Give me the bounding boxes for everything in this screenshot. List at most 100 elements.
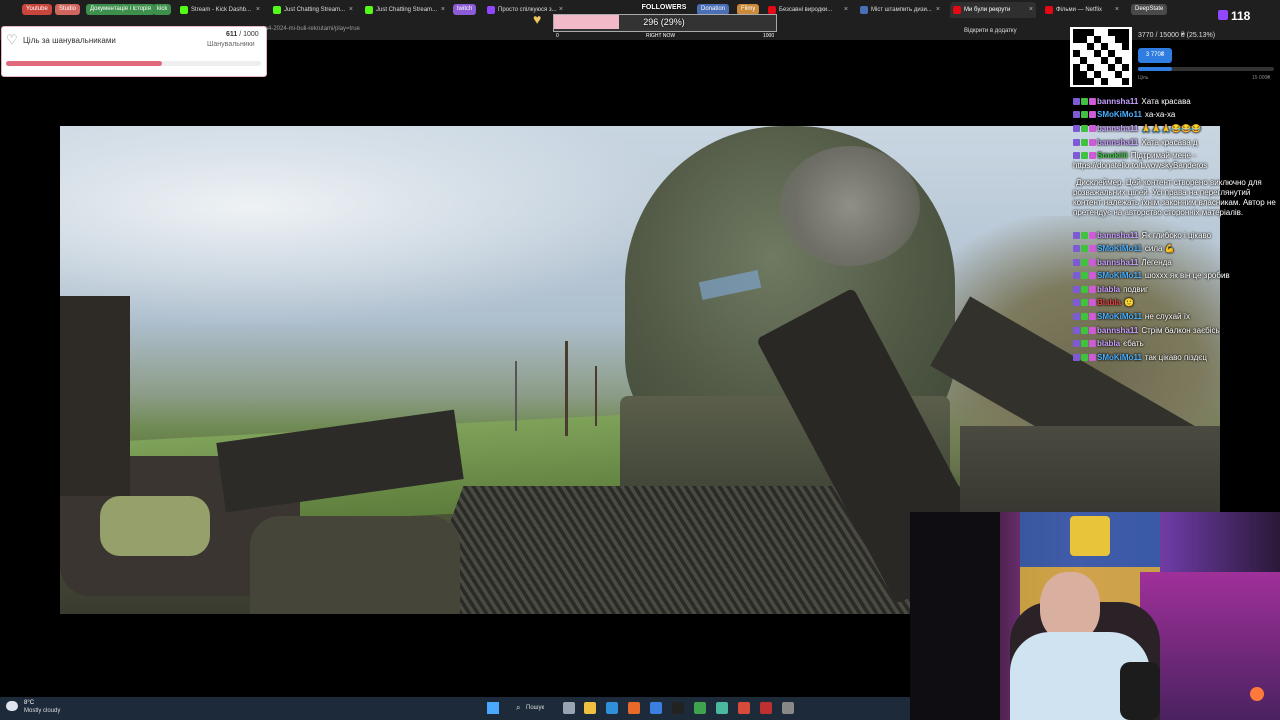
browser-tab-2[interactable]: Just Chatting Stream... × (362, 2, 448, 18)
browser-tab-7[interactable]: Ми були рекрути × (950, 2, 1036, 18)
address-bar-url[interactable]: ...ta4-2024-mi-buli-rekrutami/play=true (258, 26, 360, 32)
chat-username[interactable]: bannsha11 (1097, 231, 1138, 240)
bookmark-2[interactable]: Документація і історія (86, 4, 155, 15)
telegram-icon[interactable] (650, 702, 662, 714)
firefox-icon[interactable] (628, 702, 640, 714)
bookmark-3[interactable]: kick (153, 4, 172, 15)
chat-text: Дисклеймер. Цей контент створено виключн… (1073, 178, 1276, 217)
chat-badge-icon (1089, 125, 1096, 132)
chat-message: SMoKiMo11 ха-ха-ха (1073, 110, 1278, 120)
bookmark-4[interactable]: twitch (453, 4, 477, 15)
chat-username[interactable]: SMoKiMo11 (1097, 110, 1142, 119)
browser-tab-8[interactable]: Фільми — Netflix × (1042, 2, 1122, 18)
chat-badge-icon (1081, 299, 1088, 306)
qr-module (1073, 50, 1080, 57)
chat-text: єбать (1123, 339, 1144, 348)
chat-username[interactable]: bannsha11 (1097, 326, 1138, 335)
chat-badge-icon (1089, 259, 1096, 266)
chat-badge-icon (1081, 286, 1088, 293)
chat-username[interactable]: Blabla (1097, 298, 1121, 307)
tab-label: Just Chatting Stream... (376, 7, 438, 13)
chat-message: bannsha11 Хата красава д (1073, 138, 1278, 148)
browser-tab-1[interactable]: Just Chatting Stream... × (270, 2, 356, 18)
weather-description[interactable]: Mostly cloudy (24, 708, 60, 714)
tab-favicon-icon (365, 6, 373, 14)
chat-username[interactable]: bannsha11 (1097, 138, 1138, 147)
chat-badge-icon (1073, 272, 1080, 279)
browser-tab-0[interactable]: Stream - Kick Dashb... × (177, 2, 263, 18)
qr-module (1073, 29, 1080, 36)
heart-icon: ♥ (533, 11, 542, 27)
chat-badge-icon (1073, 313, 1080, 320)
weather-temperature[interactable]: 8°C (24, 700, 34, 706)
start-button[interactable] (487, 702, 499, 714)
terminal-icon[interactable] (672, 702, 684, 714)
open-in-app-button[interactable]: Відкрити в додатку (960, 25, 1021, 37)
chrome-icon[interactable] (738, 702, 750, 714)
chat-badge-icon (1073, 111, 1080, 118)
chat-badge-icon (1081, 313, 1088, 320)
chat-badge-icon (1073, 139, 1080, 146)
supporters-goal-unit: Шанувальники (207, 41, 255, 48)
qr-module (1094, 36, 1101, 43)
tab-favicon-icon (180, 6, 188, 14)
chat-username[interactable]: SMoKiMo11 (1097, 244, 1142, 253)
chat-badge-icon (1081, 259, 1088, 266)
followers-goal-max: 1000 (763, 33, 775, 39)
tab-label: Stream - Kick Dashb... (191, 7, 252, 13)
qr-module (1080, 78, 1087, 85)
game-icon[interactable] (694, 702, 706, 714)
app-icon[interactable] (716, 702, 728, 714)
chat-badge-icon (1073, 340, 1080, 347)
qr-module (1080, 29, 1087, 36)
task-view-icon[interactable] (563, 702, 575, 714)
qr-module (1115, 57, 1122, 64)
chat-badge-icon (1089, 340, 1096, 347)
chat-badge-icon (1073, 259, 1080, 266)
file-explorer-icon[interactable] (584, 702, 596, 714)
taskbar-search[interactable]: Пошук (510, 702, 556, 715)
chat-username[interactable]: blabla (1097, 285, 1120, 294)
close-tab-icon[interactable]: × (441, 2, 445, 18)
close-tab-icon[interactable]: × (936, 2, 940, 18)
close-tab-icon[interactable]: × (1029, 2, 1033, 18)
chat-username[interactable]: bannsha11 (1097, 258, 1138, 267)
obs-icon[interactable] (760, 702, 772, 714)
chat-message: SMoKiMo11 шоххх як він це зробив (1073, 271, 1278, 281)
chat-badge-icon (1081, 98, 1088, 105)
chat-username[interactable]: SMoKiMo11 (1097, 312, 1142, 321)
close-tab-icon[interactable]: × (844, 2, 848, 18)
chat-username[interactable]: SMoKiMo11 (1097, 271, 1142, 280)
bookmark-7[interactable]: DeepState (1131, 4, 1168, 15)
chat-username[interactable]: bannsha11 (1097, 124, 1138, 133)
browser-tab-6[interactable]: Міст штампить дизи... × (857, 2, 943, 18)
bookmark-0[interactable]: Youtube (22, 4, 52, 15)
followers-goal-title: FOLLOWERS (641, 4, 687, 11)
chat-badge-icon (1081, 272, 1088, 279)
qr-module (1122, 43, 1129, 50)
windows-taskbar (0, 697, 910, 720)
viewers-icon (1218, 10, 1228, 20)
supporters-goal-current: 611 (226, 31, 238, 38)
chat-badge-icon (1089, 299, 1096, 306)
chat-username[interactable]: bannsha11 (1097, 97, 1138, 106)
chat-username[interactable]: Smokiiii (1097, 151, 1128, 160)
donation-goal-label: Ціль (1138, 75, 1149, 81)
close-tab-icon[interactable]: × (349, 2, 353, 18)
viewer-count: 118 (1231, 9, 1251, 23)
close-tab-icon[interactable]: × (256, 2, 260, 18)
browser-tab-5[interactable]: Безсавні виродки... × (765, 2, 851, 18)
bookmark-1[interactable]: Studio (55, 4, 81, 15)
chat-username[interactable]: SMoKiMo11 (1097, 353, 1142, 362)
close-tab-icon[interactable]: × (1115, 2, 1119, 18)
chat-message: Дисклеймер. Цей контент створено виключн… (1073, 178, 1278, 218)
settings-icon[interactable] (782, 702, 794, 714)
donation-goal-target: 15 000₴ (1252, 75, 1271, 81)
chat-username[interactable]: blabla (1097, 339, 1120, 348)
chat-message: Smokiiii Підтримай мене - https://donatel… (1073, 151, 1278, 171)
chat-badge-icon (1089, 232, 1096, 239)
edge-icon[interactable] (606, 702, 618, 714)
heart-outline-icon: ♡ (6, 32, 18, 47)
chat-badge-icon (1073, 98, 1080, 105)
tab-favicon-icon (860, 6, 868, 14)
